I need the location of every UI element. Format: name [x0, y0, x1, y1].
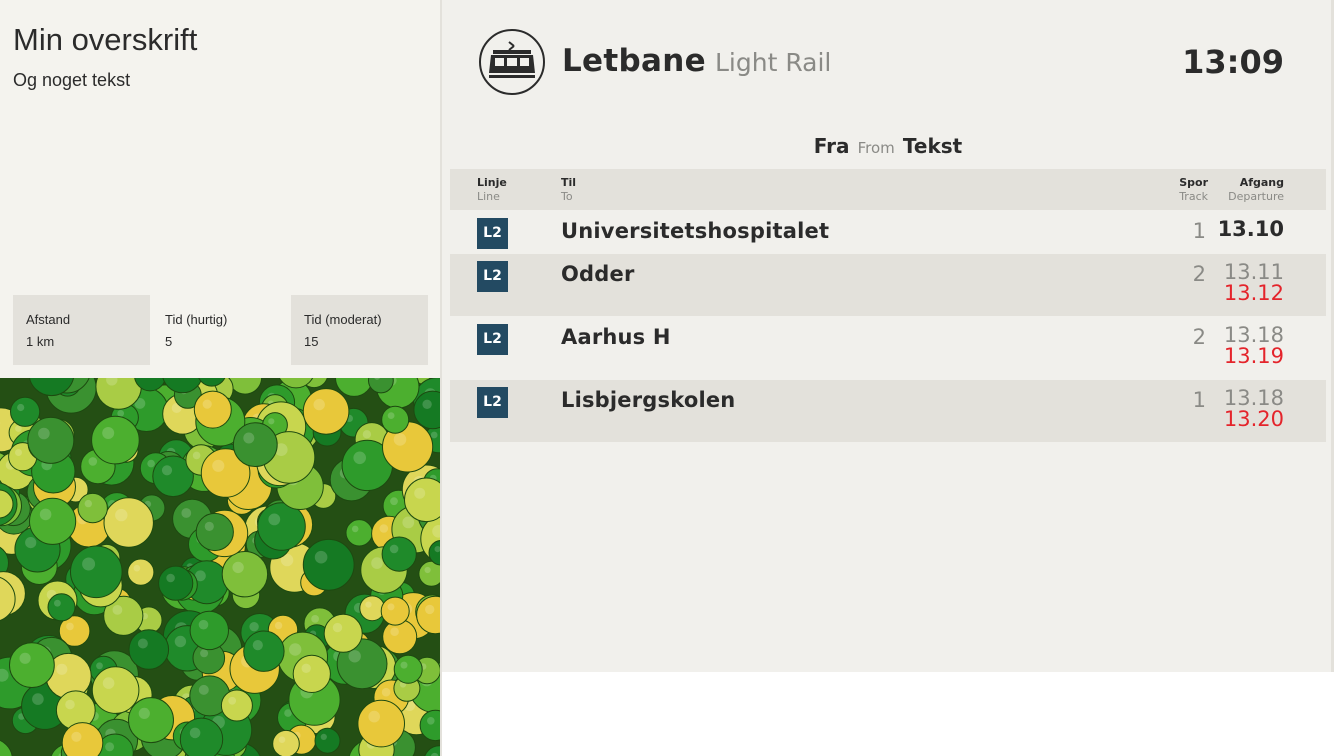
line-badge: L2 [477, 261, 508, 292]
brand: Letbane Light Rail [562, 43, 831, 79]
track: 1 [1192, 388, 1206, 412]
info-text: Og noget tekst [13, 70, 131, 90]
expected-time: 13.12 [1223, 281, 1284, 305]
destination: Lisbjergskolen [561, 388, 736, 412]
col-to: Til To [561, 176, 576, 204]
line-badge: L2 [477, 387, 508, 418]
col-track-label: Spor [1179, 176, 1208, 189]
scheduled-time: 13.10 [1217, 217, 1284, 241]
departure-time: 13.10 [1218, 219, 1284, 240]
table-header: Linje Line Til To Spor Track Afgang Depa… [450, 169, 1326, 210]
stat-time-moderate: Tid (moderat) 15 [291, 295, 428, 365]
stats-row: Afstand 1 km Tid (hurtig) 5 Tid (moderat… [13, 295, 428, 365]
table-row: L2 Universitetshospitalet 1 13.10 [450, 211, 1326, 253]
stop-heading: Fra From Tekst [442, 134, 1334, 158]
stat-distance-value: 1 km [26, 334, 55, 349]
stop-name: Tekst [902, 134, 963, 158]
col-departure: Afgang Departure [1228, 176, 1284, 204]
table-row: L2 Lisbjergskolen 1 13.18 13.20 [450, 380, 1326, 442]
track: 1 [1192, 219, 1206, 243]
from-label: Fra [813, 134, 850, 158]
destination: Universitetshospitalet [561, 219, 830, 243]
track: 2 [1192, 262, 1206, 286]
departure-time: 13.18 13.20 [1224, 388, 1284, 430]
destination: Aarhus H [561, 325, 671, 349]
scheduled-time: 13.18 [1223, 386, 1284, 410]
departure-time: 13.11 13.12 [1224, 262, 1284, 304]
col-departure-label: Afgang [1239, 176, 1284, 189]
col-to-sublabel: To [561, 190, 573, 203]
scheduled-time: 13.18 [1223, 323, 1284, 347]
info-panel: Min overskrift Og noget tekst Afstand 1 … [0, 0, 440, 756]
tram-icon [478, 28, 546, 96]
clock: 13:09 [1182, 43, 1284, 81]
col-track-sublabel: Track [1179, 190, 1208, 203]
limes-photo [0, 378, 440, 756]
from-sublabel: From [857, 139, 895, 157]
stat-distance: Afstand 1 km [13, 295, 150, 365]
scheduled-time: 13.11 [1223, 260, 1284, 284]
departure-board: Letbane Light Rail 13:09 Fra From Tekst … [442, 0, 1334, 672]
departure-time: 13.18 13.19 [1224, 325, 1284, 367]
destination: Odder [561, 262, 635, 286]
col-track: Spor Track [1179, 176, 1208, 204]
col-to-label: Til [561, 176, 577, 189]
stat-time-moderate-value: 15 [304, 334, 319, 349]
stat-time-moderate-label: Tid (moderat) [304, 312, 382, 327]
board-footer-space [442, 672, 1334, 756]
line-badge: L2 [477, 324, 508, 355]
stat-distance-label: Afstand [26, 312, 71, 327]
col-departure-sublabel: Departure [1228, 190, 1284, 203]
col-line-label: Linje [477, 176, 507, 189]
stat-time-fast-value: 5 [165, 334, 173, 349]
table-row: L2 Aarhus H 2 13.18 13.19 [450, 317, 1326, 379]
track: 2 [1192, 325, 1206, 349]
line-badge: L2 [477, 218, 508, 249]
stat-time-fast-label: Tid (hurtig) [165, 312, 228, 327]
brand-name: Letbane [562, 43, 706, 79]
expected-time: 13.19 [1223, 344, 1284, 368]
col-line-sublabel: Line [477, 190, 500, 203]
info-title: Min overskrift [13, 22, 198, 57]
brand-subtitle: Light Rail [715, 48, 832, 77]
stat-time-fast: Tid (hurtig) 5 [152, 295, 289, 365]
table-row: L2 Odder 2 13.11 13.12 [450, 254, 1326, 316]
expected-time: 13.20 [1223, 407, 1284, 431]
col-line: Linje Line [477, 176, 507, 204]
